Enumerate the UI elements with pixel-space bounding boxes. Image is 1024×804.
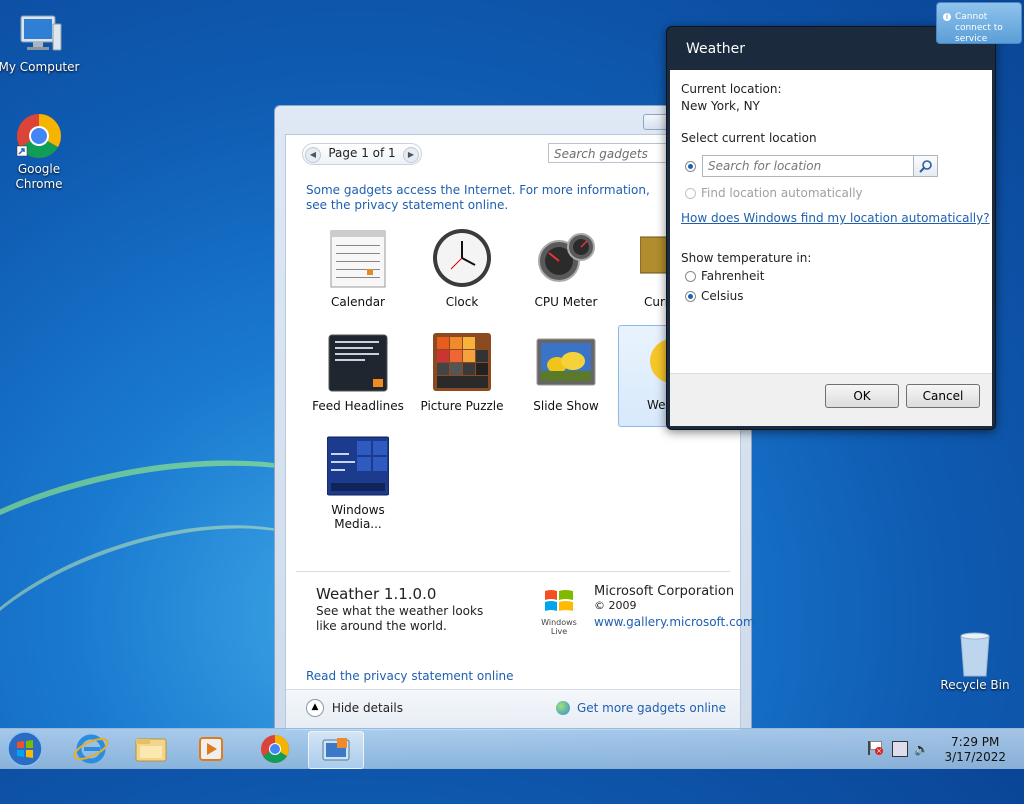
desktop-icon-my-computer[interactable]: My Computer bbox=[0, 10, 82, 74]
get-more-gadgets-label: Get more gadgets online bbox=[576, 700, 726, 715]
clock-time: 7:29 PM bbox=[951, 735, 1000, 749]
taskbar-media-player[interactable] bbox=[184, 731, 238, 767]
gadget-label: Feed Headlines bbox=[312, 399, 404, 413]
hide-details-button[interactable]: ▲ Hide details bbox=[306, 699, 403, 719]
gadget-details-title: Weather 1.1.0.0 bbox=[316, 585, 437, 603]
calendar-icon bbox=[327, 227, 389, 289]
copyright: © 2009 bbox=[594, 599, 637, 612]
taskbar-chrome[interactable] bbox=[248, 731, 302, 767]
location-search-placeholder: Search for location bbox=[708, 159, 822, 173]
next-page-icon[interactable]: ▶ bbox=[403, 147, 419, 163]
cancel-button[interactable]: Cancel bbox=[906, 384, 980, 408]
cpu-meter-icon bbox=[535, 227, 597, 289]
taskbar-clock[interactable]: 7:29 PM 3/17/2022 bbox=[944, 735, 1006, 765]
gadget-label: CPU Meter bbox=[534, 295, 598, 309]
windows-media-center-icon bbox=[326, 435, 390, 497]
hide-details-label: Hide details bbox=[331, 701, 403, 715]
gadget-details-description: See what the weather looks like around t… bbox=[316, 604, 484, 633]
gadget-slide-show[interactable]: Slide Show bbox=[516, 327, 616, 427]
dialog-body: Current location: New York, NY Select cu… bbox=[670, 70, 992, 426]
gadget-windows-media-center[interactable]: Windows Media... bbox=[308, 431, 408, 531]
chevron-up-icon: ▲ bbox=[306, 699, 324, 717]
desktop-icon-label: Google Chrome bbox=[15, 162, 63, 191]
chrome-icon bbox=[261, 735, 289, 763]
feed-headlines-icon bbox=[327, 331, 389, 393]
gadget-clock[interactable]: Clock bbox=[412, 223, 512, 323]
windows-flag-icon bbox=[545, 590, 573, 611]
desktop-icon-google-chrome[interactable]: Google Chrome bbox=[0, 112, 82, 192]
dialog-title: Weather bbox=[686, 41, 745, 57]
desktop-icon-recycle-bin[interactable]: Recycle Bin bbox=[932, 630, 1018, 692]
publisher-name: Microsoft Corporation bbox=[594, 584, 735, 599]
gadget-feed-headlines[interactable]: Feed Headlines bbox=[308, 327, 408, 427]
windows-live-logo: Windows Live bbox=[532, 587, 586, 636]
temperature-label: Show temperature in: bbox=[681, 251, 812, 265]
gadget-picture-puzzle[interactable]: Picture Puzzle bbox=[412, 327, 512, 427]
computer-icon bbox=[15, 10, 63, 58]
current-location-value: New York, NY bbox=[681, 99, 760, 113]
picture-puzzle-icon bbox=[431, 331, 493, 393]
system-tray: × 🔈 bbox=[864, 739, 934, 759]
fahrenheit-label: Fahrenheit bbox=[701, 269, 765, 283]
ok-button[interactable]: OK bbox=[825, 384, 899, 408]
recycle-bin-icon bbox=[951, 630, 999, 677]
radio-celsius[interactable] bbox=[685, 291, 696, 302]
current-location-label: Current location: bbox=[681, 82, 782, 96]
page-navigator: ◀ Page 1 of 1 ▶ bbox=[302, 143, 422, 165]
desktop-icon-label: Recycle Bin bbox=[940, 678, 1010, 692]
details-separator bbox=[296, 571, 730, 572]
search-icon bbox=[919, 160, 932, 173]
windows-start-icon bbox=[7, 731, 43, 767]
media-player-icon bbox=[199, 737, 223, 761]
gallery-link[interactable]: www.gallery.microsoft.com bbox=[594, 615, 755, 629]
gadget-label: Slide Show bbox=[533, 399, 599, 413]
select-location-label: Select current location bbox=[681, 131, 817, 145]
action-center-flag-icon[interactable]: × bbox=[868, 741, 883, 755]
slide-show-icon bbox=[535, 331, 597, 393]
notification-text: Cannot connect to service bbox=[955, 12, 1003, 44]
location-search-input[interactable]: Search for location bbox=[702, 155, 914, 177]
gadget-label: Picture Puzzle bbox=[420, 399, 504, 413]
start-button[interactable] bbox=[4, 729, 46, 769]
volume-icon[interactable]: 🔈 bbox=[914, 742, 929, 756]
connection-notification[interactable]: i Cannot connect to service bbox=[936, 2, 1022, 44]
radio-fahrenheit[interactable] bbox=[685, 271, 696, 282]
how-location-link[interactable]: How does Windows find my location automa… bbox=[681, 211, 990, 225]
info-icon: i bbox=[943, 13, 951, 21]
clock-date: 3/17/2022 bbox=[944, 750, 1006, 764]
celsius-label: Celsius bbox=[701, 289, 744, 303]
weather-settings-dialog: Weather Current location: New York, NY S… bbox=[666, 26, 996, 430]
taskbar-internet-explorer[interactable] bbox=[64, 731, 118, 767]
clock-icon bbox=[431, 227, 493, 289]
desktop-icon-label: My Computer bbox=[0, 60, 80, 74]
gadget-calendar[interactable]: Calendar bbox=[308, 223, 408, 323]
find-automatically-label: Find location automatically bbox=[701, 186, 863, 200]
search-button[interactable] bbox=[913, 155, 938, 177]
radio-search-location[interactable] bbox=[685, 161, 696, 172]
radio-find-automatically[interactable] bbox=[685, 188, 696, 199]
internet-info-text: Some gadgets access the Internet. For mo… bbox=[306, 183, 650, 212]
gadget-label: Windows Media... bbox=[331, 503, 385, 531]
network-icon[interactable] bbox=[892, 741, 908, 757]
taskbar-gadgets[interactable] bbox=[308, 731, 364, 769]
chrome-icon bbox=[15, 112, 63, 160]
get-more-gadgets-link[interactable]: Get more gadgets online bbox=[556, 700, 726, 715]
windows-live-label: Windows Live bbox=[541, 618, 577, 636]
taskbar: × 🔈 7:29 PM 3/17/2022 bbox=[0, 728, 1024, 769]
internet-explorer-icon bbox=[73, 734, 109, 764]
gadgets-icon bbox=[322, 738, 350, 761]
gallery-footer: ▲ Hide details Get more gadgets online bbox=[286, 689, 740, 730]
publisher-info: Microsoft Corporation © 2009 www.gallery… bbox=[594, 584, 755, 630]
taskbar-file-explorer[interactable] bbox=[124, 731, 178, 767]
privacy-link[interactable]: Read the privacy statement online bbox=[306, 669, 514, 683]
gadget-label: Clock bbox=[445, 295, 479, 309]
gadget-label: Calendar bbox=[331, 295, 385, 309]
dialog-footer: OK Cancel bbox=[670, 373, 992, 426]
gadget-cpu-meter[interactable]: CPU Meter bbox=[516, 223, 616, 323]
folder-icon bbox=[135, 738, 167, 762]
globe-icon bbox=[556, 700, 571, 715]
